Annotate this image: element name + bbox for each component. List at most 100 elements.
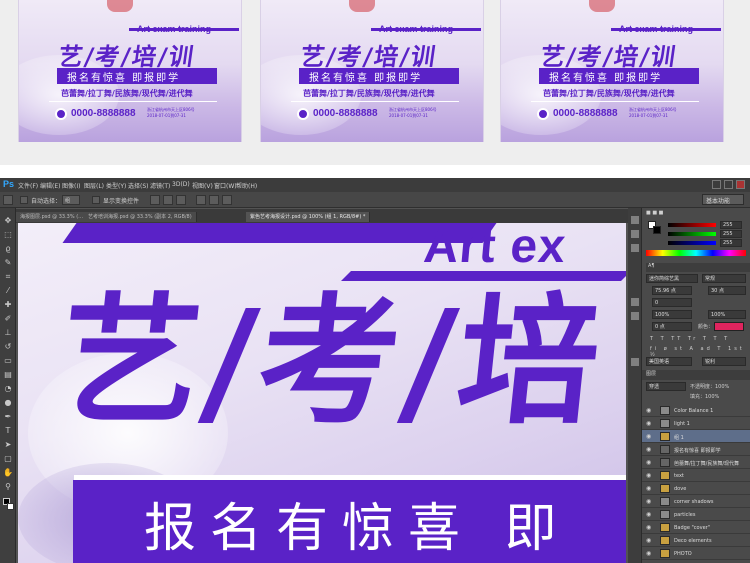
font-size-field[interactable]: 75.96 点 <box>652 286 692 295</box>
eye-icon[interactable]: ◉ <box>646 550 651 557</box>
green-value[interactable]: 255 <box>720 230 742 238</box>
kerning-field[interactable]: 0 <box>652 298 692 307</box>
menu-filter[interactable]: 滤镜(T) <box>150 181 170 190</box>
eye-icon[interactable]: ◉ <box>646 433 651 440</box>
font-style-select[interactable]: 常规 <box>702 274 746 283</box>
properties-icon[interactable] <box>631 230 639 238</box>
vscale-field[interactable]: 100% <box>652 310 692 319</box>
menu-view[interactable]: 视图(V) <box>192 181 213 190</box>
doc-tab-2[interactable]: 艺考培训海报.psd @ 33.3% (副本 2, RGB/8) <box>84 212 197 222</box>
green-slider[interactable] <box>668 232 716 236</box>
opacity-field[interactable]: 不透明度：100% <box>690 383 729 392</box>
layer-row[interactable]: ◉ corner shadows <box>642 495 750 508</box>
healing-brush-icon[interactable]: ✚ <box>3 300 13 310</box>
text-color-swatch[interactable] <box>714 322 744 331</box>
pen-tool-icon[interactable]: ✒ <box>3 412 13 422</box>
menu-layer[interactable]: 图层(L) <box>84 181 104 190</box>
background-color-swatch[interactable] <box>7 503 14 510</box>
brush-panel-icon[interactable] <box>631 358 639 366</box>
align-left-icon[interactable] <box>196 195 206 205</box>
language-select[interactable]: 美国英语 <box>646 357 692 366</box>
eyedropper-icon[interactable]: ⁄ <box>3 286 13 296</box>
eraser-tool-icon[interactable]: ▭ <box>3 356 13 366</box>
hscale-field[interactable]: 100% <box>708 310 746 319</box>
checkbox-auto-select[interactable] <box>20 196 28 204</box>
menu-3d[interactable]: 3D(D) <box>172 181 190 188</box>
layer-row[interactable]: ◉ Color Balance 1 <box>642 404 750 417</box>
menu-select[interactable]: 选择(S) <box>128 181 149 190</box>
layer-row[interactable]: ◉ PHOTO <box>642 547 750 560</box>
brush-tool-icon[interactable]: ✐ <box>3 314 13 324</box>
eye-icon[interactable]: ◉ <box>646 472 651 479</box>
eye-icon[interactable]: ◉ <box>646 420 651 427</box>
spectrum-bar[interactable] <box>646 250 746 256</box>
menu-file[interactable]: 文件(F) <box>18 181 38 190</box>
text-style-buttons[interactable]: T T TT Tr T T T <box>650 336 730 345</box>
history-brush-icon[interactable]: ↺ <box>3 342 13 352</box>
layer-row[interactable]: ◉ Badge "cover" <box>642 521 750 534</box>
poster-thumbnail-1[interactable]: Art exam training 艺/考/培/训 报名有惊喜 即报即学 芭蕾舞… <box>18 0 242 142</box>
align-center-icon[interactable] <box>209 195 219 205</box>
align-middle-icon[interactable] <box>163 195 173 205</box>
layer-row-selected[interactable]: ◉ 组 1 <box>642 430 750 443</box>
red-value[interactable]: 255 <box>720 221 742 229</box>
marquee-tool-icon[interactable]: ⬚ <box>3 230 13 240</box>
zoom-tool-icon[interactable]: ⚲ <box>3 482 13 492</box>
path-select-icon[interactable]: ➤ <box>3 440 13 450</box>
minimize-button[interactable] <box>712 180 721 189</box>
doc-tab-1[interactable]: 海报图层.psd @ 33.3% (… <box>16 212 89 222</box>
history-icon[interactable] <box>631 216 639 224</box>
eye-icon[interactable]: ◉ <box>646 498 651 505</box>
move-tool-icon[interactable]: ✥ <box>3 216 13 226</box>
info-icon[interactable] <box>631 244 639 252</box>
move-tool-icon[interactable] <box>3 195 13 205</box>
eye-icon[interactable]: ◉ <box>646 485 651 492</box>
eye-icon[interactable]: ◉ <box>646 537 651 544</box>
align-right-icon[interactable] <box>222 195 232 205</box>
layer-row[interactable]: ◉ text <box>642 469 750 482</box>
blend-mode-select[interactable]: 穿透 <box>646 382 686 391</box>
checkbox-show-transform[interactable] <box>92 196 100 204</box>
font-family-select[interactable]: 迷你简综艺黑 <box>646 274 698 283</box>
menu-help[interactable]: 帮助(H) <box>236 181 257 190</box>
layers-tab[interactable]: 图层 <box>642 370 750 380</box>
hand-tool-icon[interactable]: ✋ <box>3 468 13 478</box>
poster-thumbnail-2[interactable]: Art exam training 艺/考/培/训 报名有惊喜 即报即学 芭蕾舞… <box>260 0 484 142</box>
background-swatch[interactable] <box>653 226 661 234</box>
dodge-tool-icon[interactable]: ● <box>3 398 13 408</box>
lasso-tool-icon[interactable]: ϱ <box>3 244 13 254</box>
eye-icon[interactable]: ◉ <box>646 524 651 531</box>
menu-window[interactable]: 窗口(W) <box>214 181 237 190</box>
character-icon[interactable] <box>631 298 639 306</box>
menu-image[interactable]: 图像(I) <box>62 181 80 190</box>
doc-tab-3[interactable]: 紫色艺考海报设计.psd @ 100% (组 1, RGB/8#) * <box>246 212 371 222</box>
layer-row[interactable]: ◉ particles <box>642 508 750 521</box>
close-button[interactable] <box>736 180 745 189</box>
poster-thumbnail-3[interactable]: Art exam training 艺/考/培/训 报名有惊喜 即报即学 芭蕾舞… <box>500 0 724 142</box>
layer-row[interactable]: ◉ 报名有惊喜 即报即学 <box>642 443 750 456</box>
menu-type[interactable]: 类型(Y) <box>106 181 126 190</box>
align-bottom-icon[interactable] <box>176 195 186 205</box>
eye-icon[interactable]: ◉ <box>646 446 651 453</box>
document-canvas[interactable]: Art ex 艺/考/培 报名有惊喜 即 <box>18 223 626 563</box>
blur-tool-icon[interactable]: ◔ <box>3 384 13 394</box>
baseline-field[interactable]: 0 点 <box>652 322 692 331</box>
blue-slider[interactable] <box>668 241 716 245</box>
stamp-tool-icon[interactable]: ⊥ <box>3 328 13 338</box>
eye-icon[interactable]: ◉ <box>646 459 651 466</box>
paragraph-icon[interactable] <box>631 312 639 320</box>
leading-field[interactable]: 30 点 <box>708 286 746 295</box>
antialias-select[interactable]: 锐利 <box>702 357 746 366</box>
maximize-button[interactable] <box>724 180 733 189</box>
blue-value[interactable]: 255 <box>720 239 742 247</box>
gradient-tool-icon[interactable]: ▤ <box>3 370 13 380</box>
fill-field[interactable]: 填充：100% <box>690 393 719 402</box>
align-top-icon[interactable] <box>150 195 160 205</box>
crop-tool-icon[interactable]: ⌗ <box>3 272 13 282</box>
menu-edit[interactable]: 编辑(E) <box>40 181 60 190</box>
type-tool-icon[interactable]: T <box>3 426 13 436</box>
eye-icon[interactable]: ◉ <box>646 407 651 414</box>
color-tab[interactable]: ■ ■ ■ <box>646 210 663 219</box>
layer-row[interactable]: ◉ 芭蕾舞/拉丁舞/民族舞/现代舞 <box>642 456 750 469</box>
quick-select-icon[interactable]: ✎ <box>3 258 13 268</box>
